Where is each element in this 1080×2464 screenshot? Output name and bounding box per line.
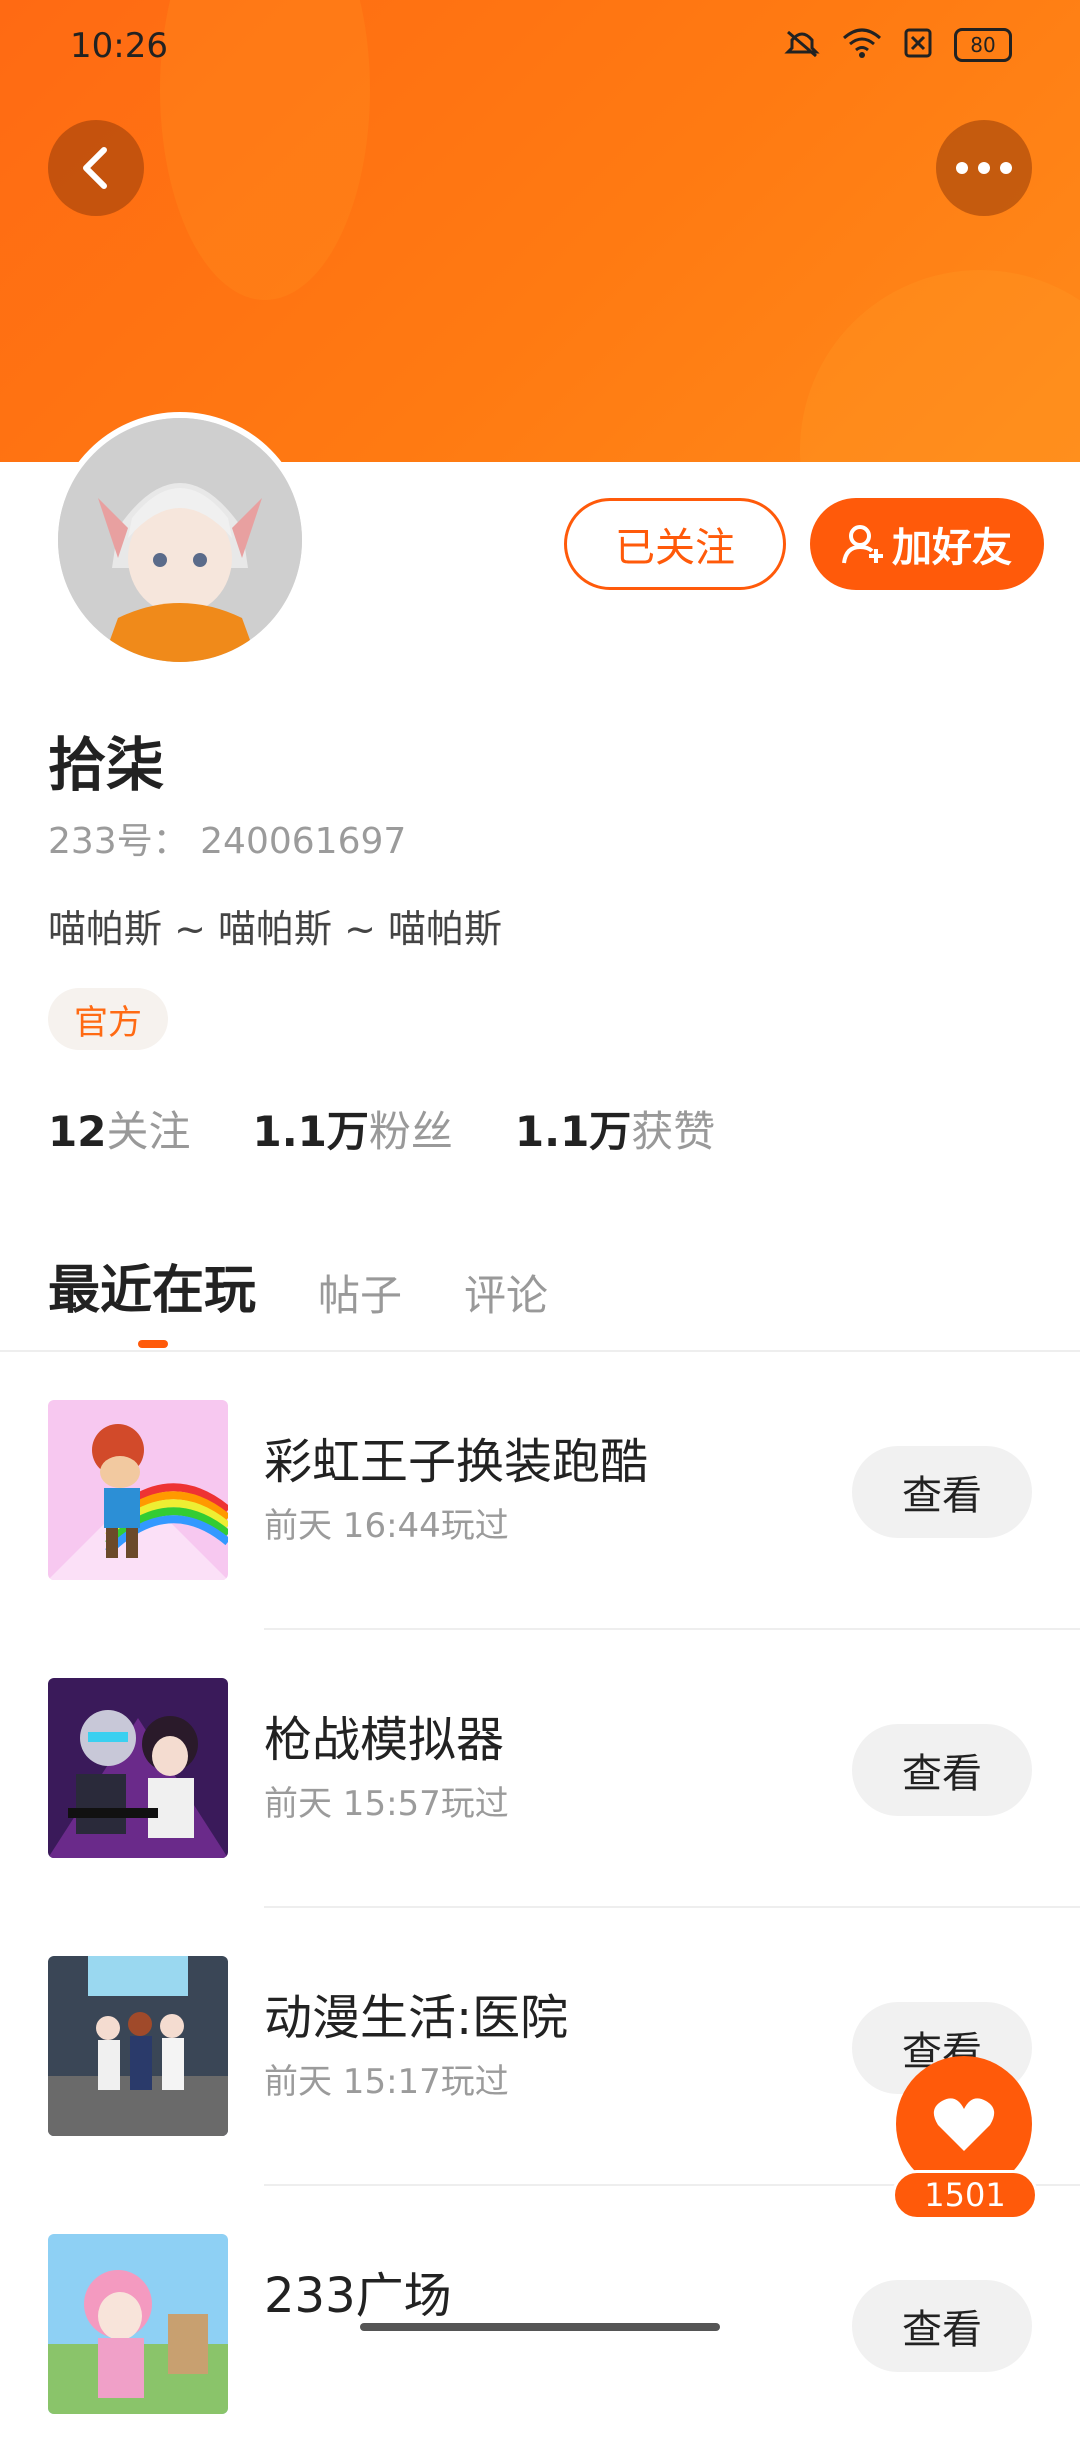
mute-icon bbox=[784, 28, 820, 62]
content-tabs: 最近在玩 帖子 评论 bbox=[48, 1248, 548, 1323]
battery-icon: 80 bbox=[954, 28, 1012, 62]
add-friend-label: 加好友 bbox=[892, 525, 1012, 571]
game-title: 彩虹王子换装跑酷 bbox=[264, 1434, 649, 1490]
decorative-blob bbox=[800, 270, 1080, 462]
sim-off-icon bbox=[904, 28, 932, 62]
list-item[interactable]: 彩虹王子换装跑酷 前天 16:44玩过 查看 bbox=[0, 1352, 1080, 1630]
avatar[interactable] bbox=[52, 412, 308, 668]
game-title: 枪战模拟器 bbox=[264, 1712, 505, 1768]
tab-indicator bbox=[138, 1340, 168, 1348]
tab-recently-played[interactable]: 最近在玩 bbox=[48, 1248, 256, 1323]
game-last-played: 前天 15:17玩过 bbox=[264, 2062, 509, 2102]
stat-likes[interactable]: 1.1万获赞 bbox=[515, 1098, 715, 1159]
tab-posts[interactable]: 帖子 bbox=[318, 1262, 402, 1323]
game-thumbnail bbox=[48, 1400, 228, 1580]
status-time: 10:26 bbox=[70, 26, 168, 66]
more-options-button[interactable] bbox=[936, 120, 1032, 216]
stat-value: 1.1万 bbox=[252, 1107, 369, 1156]
game-thumbnail bbox=[48, 1956, 228, 2136]
stat-value: 12 bbox=[48, 1107, 107, 1156]
official-badge: 官方 bbox=[48, 988, 168, 1050]
back-button[interactable] bbox=[48, 120, 144, 216]
stat-label: 关注 bbox=[106, 1107, 191, 1156]
avatar-illustration bbox=[58, 418, 302, 662]
game-title: 233广场 bbox=[264, 2268, 452, 2324]
game-last-played: 前天 16:44玩过 bbox=[264, 1506, 509, 1546]
like-count: 1501 bbox=[892, 2170, 1038, 2220]
status-icons: 80 bbox=[784, 28, 1012, 62]
stat-value: 1.1万 bbox=[514, 1107, 632, 1156]
profile-name: 拾柒 bbox=[48, 731, 165, 799]
add-user-icon bbox=[842, 525, 883, 564]
view-button[interactable]: 查看 bbox=[852, 1446, 1032, 1538]
tab-comments[interactable]: 评论 bbox=[464, 1262, 548, 1323]
stat-fans[interactable]: 1.1万粉丝 bbox=[252, 1098, 452, 1159]
heart-icon bbox=[933, 2098, 995, 2151]
profile-uid: 233号： 240061697 bbox=[48, 821, 407, 862]
stat-label: 获赞 bbox=[631, 1107, 716, 1156]
home-indicator[interactable] bbox=[360, 2323, 720, 2331]
view-button[interactable]: 查看 bbox=[852, 1724, 1032, 1816]
game-thumbnail bbox=[48, 2234, 228, 2414]
stat-following[interactable]: 12关注 bbox=[48, 1098, 190, 1159]
list-item[interactable]: 枪战模拟器 前天 15:57玩过 查看 bbox=[0, 1630, 1080, 1908]
more-icon bbox=[956, 162, 1012, 174]
wifi-icon bbox=[842, 28, 882, 62]
view-button[interactable]: 查看 bbox=[852, 2280, 1032, 2372]
chevron-left-icon bbox=[83, 147, 107, 189]
game-thumbnail bbox=[48, 1678, 228, 1858]
game-title: 动漫生活:医院 bbox=[264, 1990, 569, 2046]
add-friend-button[interactable]: 加好友 bbox=[810, 498, 1044, 590]
profile-stats: 12关注 1.1万粉丝 1.1万获赞 bbox=[48, 1098, 715, 1159]
game-last-played: 前天 15:57玩过 bbox=[264, 1784, 509, 1824]
profile-bio: 喵帕斯 ~ 喵帕斯 ~ 喵帕斯 bbox=[48, 907, 502, 951]
stat-label: 粉丝 bbox=[368, 1107, 453, 1156]
status-bar: 10:26 80 bbox=[0, 0, 1080, 96]
following-button[interactable]: 已关注 bbox=[564, 498, 786, 590]
